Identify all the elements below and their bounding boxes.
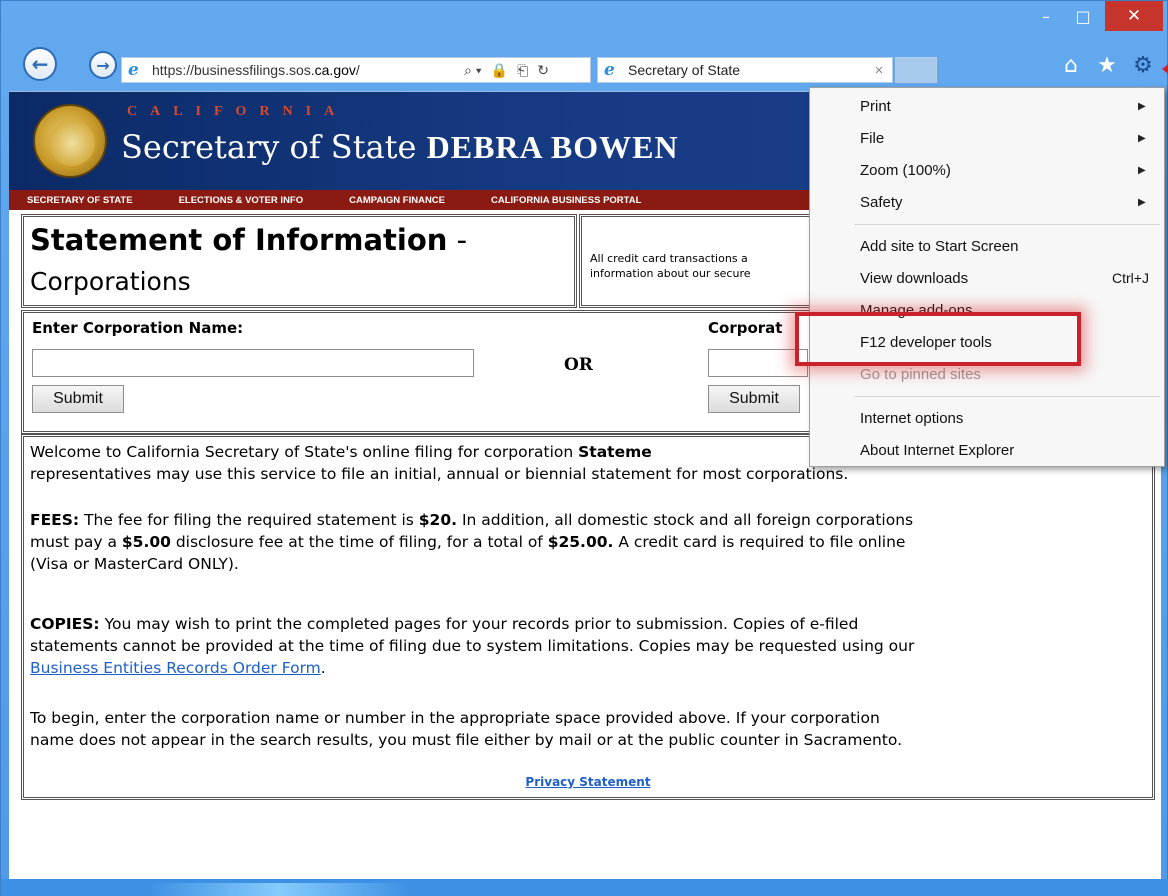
search-dropdown-icon[interactable]: ⌕ ▾ (464, 62, 482, 79)
corporation-name-input[interactable] (32, 349, 474, 377)
copies-paragraph: COPIES: You may wish to print the comple… (30, 615, 915, 677)
menu-item-file[interactable]: File ▶ (810, 122, 1164, 154)
close-button[interactable]: ✕ (1105, 1, 1163, 31)
submenu-arrow-icon: ▶ (1138, 196, 1146, 208)
menu-item-add-site-start-screen[interactable]: Add site to Start Screen (810, 230, 1164, 262)
corporation-name-label: Enter Corporation Name: (32, 319, 244, 337)
submenu-arrow-icon: ▶ (1138, 132, 1146, 144)
site-title: Secretary of State DEBRA BOWEN (121, 128, 679, 166)
page-title: Statement of Information - (30, 223, 468, 257)
new-tab-button[interactable] (895, 57, 937, 83)
state-seal-logo (33, 104, 107, 178)
menu-separator (854, 396, 1160, 397)
menu-campaign-finance[interactable]: CAMPAIGN FINANCE (349, 195, 445, 206)
lock-icon[interactable]: 🔒 (491, 62, 508, 79)
tab-title: Secretary of State (628, 62, 741, 78)
compatibility-view-icon[interactable]: ⎗ (517, 62, 528, 79)
gear-pointer-annotation (1162, 61, 1168, 77)
address-tools: ⌕ ▾ 🔒 ⎗ ↻ (464, 62, 549, 79)
minimize-button[interactable]: – (1031, 1, 1061, 31)
browser-window: – □ ✕ ← → e https://businessfilings.sos.… (0, 0, 1168, 896)
ie-tab-icon: e (604, 60, 615, 80)
forward-button[interactable]: → (89, 51, 117, 79)
submit-number-button[interactable]: Submit (708, 385, 800, 413)
menu-item-internet-options[interactable]: Internet options (810, 402, 1164, 434)
or-label: OR (564, 355, 593, 375)
menu-item-print[interactable]: Print ▶ (810, 90, 1164, 122)
records-order-form-link[interactable]: Business Entities Records Order Form (30, 659, 321, 677)
tab-secretary-of-state[interactable]: e Secretary of State × (597, 57, 893, 83)
menu-item-view-downloads[interactable]: View downloads Ctrl+J (810, 262, 1164, 294)
page-subtitle: Corporations (30, 267, 191, 296)
menu-item-safety[interactable]: Safety ▶ (810, 186, 1164, 218)
address-url[interactable]: https://businessfilings.sos.ca.gov/ (152, 62, 462, 78)
f12-highlight-annotation (795, 312, 1081, 366)
privacy-footer: Privacy Statement (24, 775, 1152, 789)
corporation-number-input[interactable] (708, 349, 808, 377)
back-arrow-icon: ← (31, 52, 49, 76)
tools-menu: Print ▶ File ▶ Zoom (100%) ▶ Safety ▶ Add si… (809, 87, 1165, 467)
fees-paragraph: FEES: The fee for filing the required st… (30, 511, 914, 573)
maximize-button[interactable]: □ (1063, 1, 1103, 31)
menu-item-about-internet-explorer[interactable]: About Internet Explorer (810, 434, 1164, 466)
submenu-arrow-icon: ▶ (1138, 100, 1146, 112)
menu-item-zoom[interactable]: Zoom (100%) ▶ (810, 154, 1164, 186)
navigation-bar: ← → e https://businessfilings.sos.ca.gov… (9, 41, 1161, 89)
corporation-number-label: Corporat (708, 319, 783, 337)
menu-elections-voter-info[interactable]: ELECTIONS & VOTER INFO (179, 195, 304, 206)
toolbar-icons: ⌂ ★ ⚙ (1059, 53, 1155, 78)
title-cell: Statement of Information - Corporations (21, 214, 577, 308)
address-bar[interactable]: e https://businessfilings.sos.ca.gov/ ⌕ … (121, 57, 591, 83)
begin-paragraph: To begin, enter the corporation name or … (30, 709, 903, 749)
shortcut-label: Ctrl+J (1112, 270, 1149, 286)
refresh-icon[interactable]: ↻ (537, 62, 549, 79)
menu-california-business-portal[interactable]: CALIFORNIA BUSINESS PORTAL (491, 195, 641, 206)
home-icon[interactable]: ⌂ (1059, 53, 1083, 78)
submit-name-button[interactable]: Submit (32, 385, 124, 413)
ie-site-icon: e (128, 60, 139, 80)
gear-icon[interactable]: ⚙ (1131, 53, 1155, 78)
menu-secretary-of-state[interactable]: SECRETARY OF STATE (27, 195, 133, 206)
back-button[interactable]: ← (23, 47, 57, 81)
favorites-star-icon[interactable]: ★ (1095, 53, 1119, 78)
instructions-panel: Welcome to California Secretary of State… (21, 434, 1155, 800)
california-letters: CALIFORNIA (127, 104, 348, 119)
submenu-arrow-icon: ▶ (1138, 164, 1146, 176)
taskbar-glow (149, 883, 409, 896)
forward-arrow-icon: → (96, 55, 110, 75)
tab-close-icon[interactable]: × (866, 62, 892, 79)
menu-separator (854, 224, 1160, 225)
privacy-statement-link[interactable]: Privacy Statement (525, 775, 650, 789)
